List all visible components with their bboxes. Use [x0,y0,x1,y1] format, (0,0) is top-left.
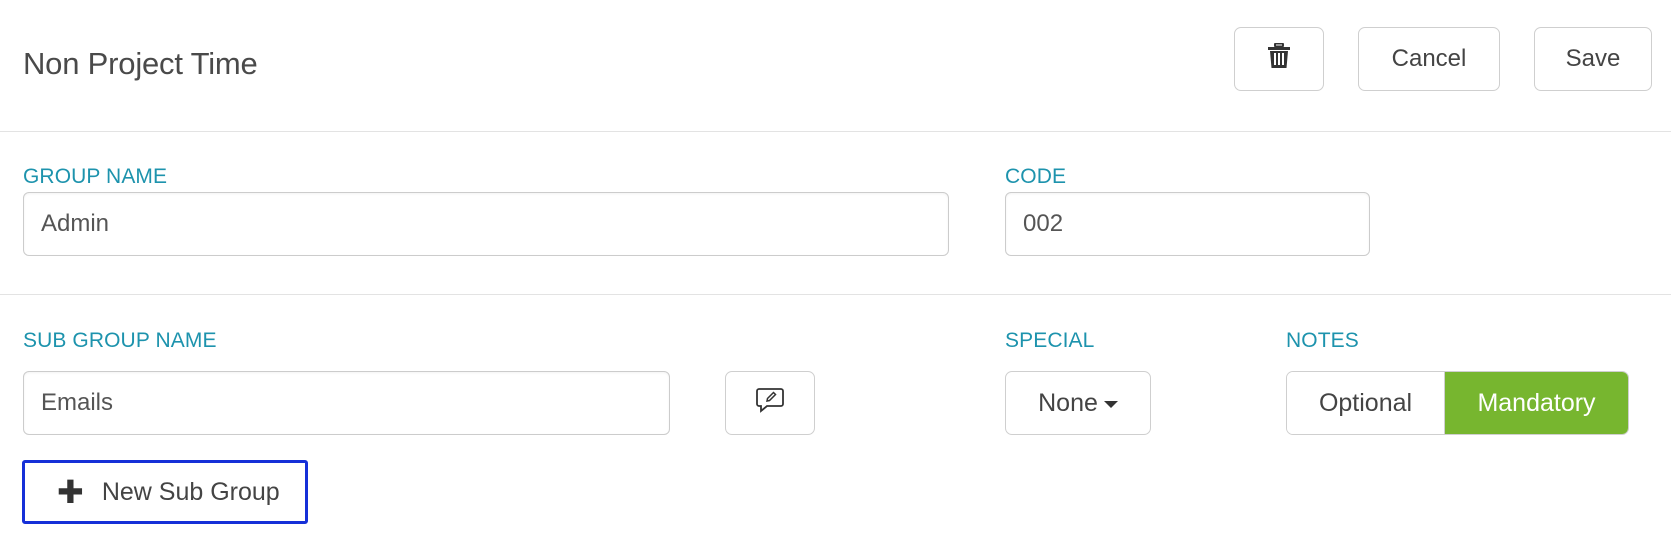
new-sub-group-label: New Sub Group [101,477,280,506]
notes-mandatory-option[interactable]: Mandatory [1445,372,1628,434]
special-label: SPECIAL [1005,329,1095,352]
group-name-input[interactable] [23,192,949,256]
page-header: Non Project Time Cancel Save [0,0,1671,132]
notes-optional-option[interactable]: Optional [1287,372,1445,434]
trash-icon [1268,42,1290,76]
page-title: Non Project Time [23,46,258,81]
special-dropdown[interactable]: None [1005,371,1151,435]
sub-group-name-input[interactable] [23,371,670,435]
delete-button[interactable] [1234,27,1324,91]
save-button[interactable]: Save [1534,27,1652,91]
notes-toggle: Optional Mandatory [1286,371,1629,435]
group-name-label: GROUP NAME [23,165,168,188]
plus-icon: ✚ [57,474,84,510]
notes-label: NOTES [1286,329,1359,352]
caret-down-icon [1103,400,1118,408]
special-value: None [1038,388,1098,417]
sub-group-name-label: SUB GROUP NAME [23,329,217,352]
section-divider [0,294,1671,295]
code-input[interactable] [1005,192,1370,256]
note-button[interactable] [725,371,815,435]
code-label: CODE [1005,165,1067,188]
new-sub-group-button[interactable]: ✚ New Sub Group [22,460,308,524]
comment-edit-icon [756,387,784,420]
cancel-button[interactable]: Cancel [1358,27,1500,91]
